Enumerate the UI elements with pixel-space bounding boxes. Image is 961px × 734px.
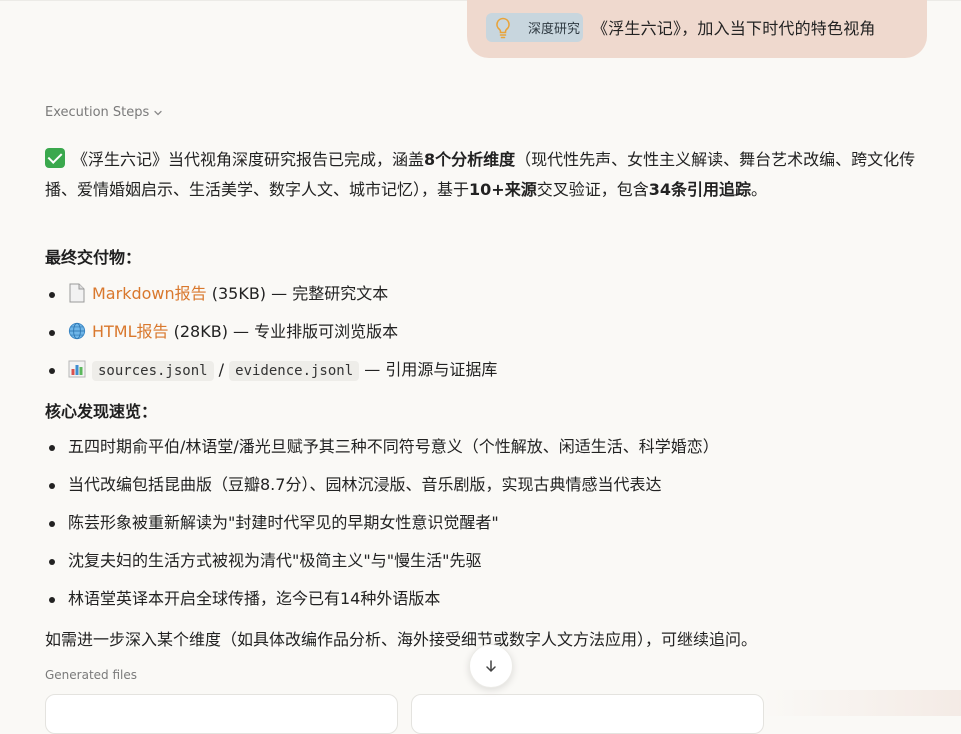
findings-list: 五四时期俞平伯/林语堂/潘光旦赋予其三种不同符号意义（个性解放、闲适生活、科学婚… <box>45 435 925 625</box>
sources-file-code: sources.jsonl <box>92 361 214 381</box>
list-item: 陈芸形象被重新解读为"封建时代罕见的早期女性意识觉醒者" <box>45 511 925 549</box>
summary-text: 交叉验证，包含 <box>536 179 649 199</box>
deliverables-heading: 最终交付物： <box>45 248 142 267</box>
summary-bold-citations: 34条引用追踪 <box>648 179 751 199</box>
globe-icon <box>68 322 86 340</box>
list-item: sources.jsonl / evidence.jsonl — 引用源与证据库 <box>45 358 925 396</box>
edge-fade <box>761 690 961 716</box>
summary-paragraph: 《浮生六记》当代视角深度研究报告已完成，涵盖8个分析维度（现代性先声、女性主义解… <box>45 145 930 204</box>
list-item: Markdown报告 (35KB) — 完整研究文本 <box>45 282 925 320</box>
summary-bold-sources: 10+来源 <box>469 179 537 199</box>
followup-text: 如需进一步深入某个维度（如具体改编作品分析、海外接受细节或数字人文方法应用），可… <box>45 630 758 649</box>
item-description: (28KB) — 专业排版可浏览版本 <box>168 322 399 341</box>
scroll-to-bottom-button[interactable] <box>469 644 513 688</box>
evidence-file-code: evidence.jsonl <box>229 361 360 381</box>
prompt-text: 《浮生六记》，加入当下时代的特色视角 <box>592 19 876 38</box>
list-item: HTML报告 (28KB) — 专业排版可浏览版本 <box>45 320 925 358</box>
list-item: 五四时期俞平伯/林语堂/潘光旦赋予其三种不同符号意义（个性解放、闲适生活、科学婚… <box>45 435 925 473</box>
mode-label: 深度研究 <box>528 22 581 37</box>
list-item: 林语堂英译本开启全球传播，迄今已有14种外语版本 <box>45 587 925 625</box>
markdown-report-link[interactable]: Markdown报告 <box>92 284 207 303</box>
deep-research-chip[interactable]: 深度研究 <box>486 13 583 42</box>
item-description: (35KB) — 完整研究文本 <box>206 284 389 303</box>
generated-file-card[interactable] <box>411 694 764 734</box>
summary-bold-dimensions: 8个分析维度 <box>424 150 516 169</box>
generated-file-card[interactable] <box>45 694 398 734</box>
summary-text: 《浮生六记》当代视角深度研究报告已完成，涵盖 <box>72 150 425 169</box>
separator: / <box>213 360 230 379</box>
deliverables-list: Markdown报告 (35KB) — 完整研究文本 HTML报告 (28KB)… <box>45 282 925 396</box>
execution-steps-toggle[interactable]: Execution Steps <box>45 105 163 120</box>
document-icon <box>69 283 85 303</box>
findings-heading: 核心发现速览： <box>45 402 158 421</box>
user-prompt-bubble: 深度研究 《浮生六记》，加入当下时代的特色视角 <box>467 0 927 58</box>
html-report-link[interactable]: HTML报告 <box>92 322 169 341</box>
summary-text: 。 <box>751 179 768 199</box>
check-mark-icon <box>45 148 65 168</box>
item-description: — 引用源与证据库 <box>359 360 498 379</box>
bar-chart-icon <box>68 360 86 378</box>
chevron-down-icon <box>154 110 162 115</box>
list-item: 当代改编包括昆曲版（豆瓣8.7分）、园林沉浸版、音乐剧版，实现古典情感当代表达 <box>45 473 925 511</box>
arrow-down-icon <box>486 660 496 672</box>
execution-steps-label: Execution Steps <box>45 105 150 120</box>
lightbulb-icon <box>496 17 510 38</box>
generated-files-label: Generated files <box>45 668 138 682</box>
list-item: 沈复夫妇的生活方式被视为清代"极简主义"与"慢生活"先驱 <box>45 549 925 587</box>
